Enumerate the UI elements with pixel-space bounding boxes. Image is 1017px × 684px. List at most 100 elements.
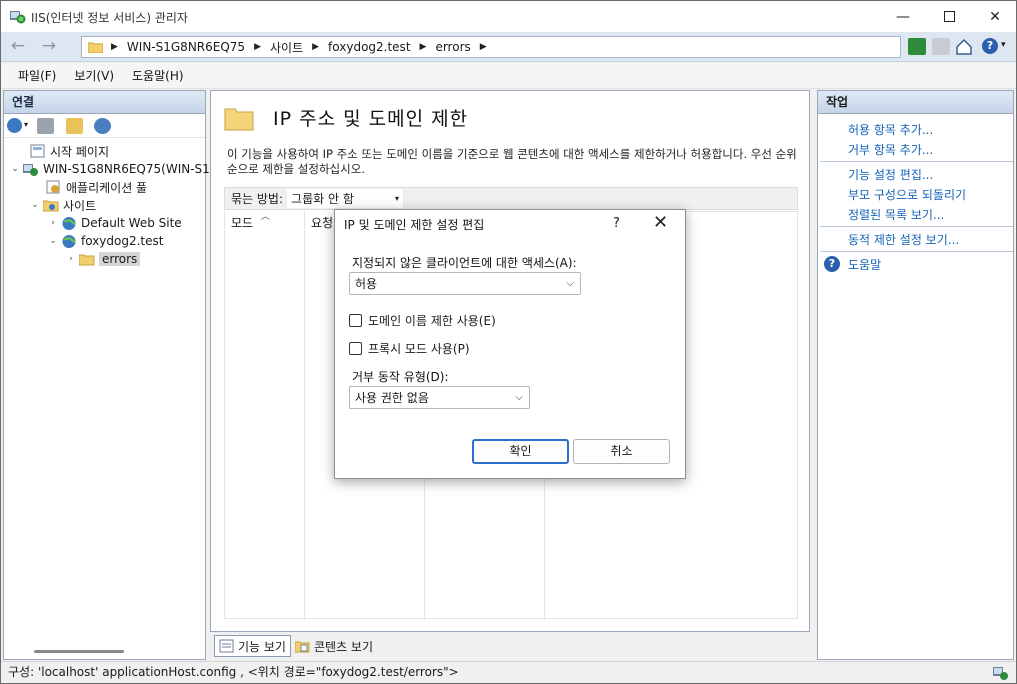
action-help[interactable]: 도움말	[848, 256, 881, 273]
action-edit-feature-settings[interactable]: 기능 설정 편집...	[848, 166, 933, 183]
tree-item-foxydog2[interactable]: ⌄ foxydog2.test	[48, 232, 163, 250]
action-view-ordered-list[interactable]: 정렬된 목록 보기...	[848, 206, 944, 223]
breadcrumb-site[interactable]: foxydog2.test	[328, 40, 410, 54]
title-bar: IIS(인터넷 정보 서비스) 관리자 — ✕	[1, 1, 1016, 32]
sites-folder-icon	[43, 200, 59, 211]
action-add-deny-entry[interactable]: 거부 항목 추가...	[848, 141, 933, 158]
back-button[interactable]: ←	[7, 37, 29, 57]
help-icon[interactable]: ?	[982, 38, 998, 54]
chevron-down-icon[interactable]: ⌄	[30, 200, 40, 210]
tree-item-sites[interactable]: ⌄ 사이트	[30, 196, 96, 214]
group-by-bar: 묶는 방법: 그룹화 안 함 ▾	[224, 187, 798, 210]
tree-item-label: foxydog2.test	[81, 234, 164, 248]
menu-bar: 파일(F) 보기(V) 도움말(H)	[1, 63, 1016, 89]
chevron-down-icon[interactable]: ⌄	[48, 236, 58, 246]
breadcrumb-server[interactable]: WIN-S1G8NR6EQ75	[127, 40, 245, 54]
tree-item-default-web-site[interactable]: › Default Web Site	[48, 214, 182, 232]
minimize-button[interactable]: —	[880, 1, 926, 32]
tab-label: 기능 보기	[238, 639, 286, 654]
tree-item-server[interactable]: ⌄ WIN-S1G8NR6EQ75(WIN-S1	[10, 160, 210, 178]
chevron-right-icon: ▶	[419, 42, 427, 52]
ok-button[interactable]: 확인	[472, 439, 569, 464]
refresh-icon[interactable]	[908, 38, 926, 55]
chevron-right-icon[interactable]: ›	[66, 254, 76, 264]
action-revert-to-parent[interactable]: 부모 구성으로 되돌리기	[848, 186, 966, 203]
tree-item-label: 시작 페이지	[50, 144, 110, 159]
content-view-icon	[294, 641, 310, 653]
app-pool-icon	[46, 180, 60, 193]
chevron-down-icon: ▾	[395, 194, 400, 203]
tree-item-label: WIN-S1G8NR6EQ75(WIN-S1	[43, 162, 210, 176]
chevron-down-icon: ⌵	[566, 278, 574, 289]
forward-button[interactable]: →	[38, 37, 60, 57]
action-add-allow-entry[interactable]: 허용 항목 추가...	[848, 121, 933, 138]
features-view-icon	[219, 639, 234, 653]
disconnect-icon[interactable]	[94, 118, 111, 134]
chevron-down-icon[interactable]: ▾	[1001, 40, 1006, 50]
domain-restriction-checkbox[interactable]: 도메인 이름 제한 사용(E)	[349, 312, 496, 329]
folder-icon	[88, 42, 103, 53]
proxy-mode-checkbox[interactable]: 프록시 모드 사용(P)	[349, 340, 470, 357]
menu-view[interactable]: 보기(V)	[65, 67, 123, 84]
arrow-right-icon: →	[41, 36, 57, 56]
iis-app-icon	[10, 11, 26, 24]
close-icon: ✕	[989, 8, 1001, 25]
breadcrumb-folder[interactable]: errors	[435, 40, 470, 54]
group-by-label: 묶는 방법:	[231, 192, 284, 206]
menu-help[interactable]: 도움말(H)	[123, 67, 193, 84]
connections-tree: 시작 페이지 ⌄ WIN-S1G8NR6EQ75(WIN-S1 애플리케이션 풀…	[4, 138, 210, 618]
deny-action-dropdown[interactable]: 사용 권한 없음 ⌵	[349, 386, 530, 409]
checkbox-label: 프록시 모드 사용(P)	[368, 342, 470, 356]
connections-pane: 연결 ▾ 시작 페이지 ⌄ WIN-S1G8NR6EQ75(WIN-S1 애플리…	[3, 90, 210, 660]
chevron-down-icon[interactable]: ▾	[24, 120, 28, 129]
address-bar[interactable]: ▶ WIN-S1G8NR6EQ75 ▶ 사이트 ▶ foxydog2.test …	[81, 36, 901, 58]
tab-content-view[interactable]: 콘텐츠 보기	[291, 635, 377, 657]
chevron-right-icon: ▶	[312, 42, 320, 52]
server-status-icon	[993, 667, 1008, 680]
chevron-right-icon[interactable]: ›	[48, 218, 58, 228]
dialog-help-button[interactable]: ?	[613, 216, 620, 231]
home-icon[interactable]	[955, 38, 973, 55]
maximize-button[interactable]	[926, 1, 972, 32]
checkbox-box[interactable]	[349, 314, 362, 327]
feature-title: IP 주소 및 도메인 제한	[273, 108, 469, 130]
actions-title: 작업	[818, 91, 1013, 114]
column-divider	[304, 212, 305, 620]
arrow-left-icon: ←	[10, 36, 26, 56]
save-icon[interactable]	[37, 118, 54, 134]
chevron-right-icon: ▶	[254, 42, 261, 52]
connect-globe-icon[interactable]	[7, 118, 22, 133]
action-view-dynamic-restrictions[interactable]: 동적 제한 설정 보기...	[848, 231, 959, 248]
access-dropdown[interactable]: 허용 ⌵	[349, 272, 581, 295]
stop-icon[interactable]	[932, 38, 950, 55]
group-by-dropdown[interactable]: 그룹화 안 함 ▾	[287, 189, 404, 208]
breadcrumb-sites[interactable]: 사이트	[270, 39, 303, 56]
dialog-close-button[interactable]: ✕	[653, 212, 668, 233]
tree-item-errors[interactable]: › errors	[66, 250, 141, 268]
cancel-button[interactable]: 취소	[573, 439, 670, 464]
dialog-title: IP 및 도메인 제한 설정 편집	[344, 218, 485, 232]
address-toolbar: ← → ▶ WIN-S1G8NR6EQ75 ▶ 사이트 ▶ foxydog2.t…	[1, 32, 1016, 62]
close-button[interactable]: ✕	[972, 1, 1016, 32]
divider	[820, 161, 1013, 162]
connections-toolbar: ▾	[4, 114, 205, 138]
close-icon: ✕	[653, 212, 669, 233]
divider	[820, 251, 1013, 252]
globe-icon	[62, 216, 76, 230]
tree-item-app-pools[interactable]: 애플리케이션 풀	[46, 178, 147, 196]
checkbox-box[interactable]	[349, 342, 362, 355]
deny-action-label: 거부 동작 유형(D):	[352, 370, 449, 384]
tree-item-start-page[interactable]: 시작 페이지	[30, 142, 109, 160]
menu-file[interactable]: 파일(F)	[9, 67, 65, 84]
window-title: IIS(인터넷 정보 서비스) 관리자	[31, 11, 188, 25]
deny-action-value: 사용 권한 없음	[355, 391, 429, 405]
horizontal-scrollbar-thumb[interactable]	[34, 650, 124, 653]
chevron-down-icon: ⌵	[515, 392, 523, 403]
tree-item-label: Default Web Site	[81, 216, 182, 230]
folder-icon	[224, 108, 254, 131]
divider	[820, 226, 1013, 227]
up-folder-icon[interactable]	[66, 118, 83, 134]
status-text: 구성: 'localhost' applicationHost.config ,…	[8, 665, 459, 679]
chevron-down-icon[interactable]: ⌄	[10, 164, 20, 174]
tab-features-view[interactable]: 기능 보기	[214, 635, 291, 657]
